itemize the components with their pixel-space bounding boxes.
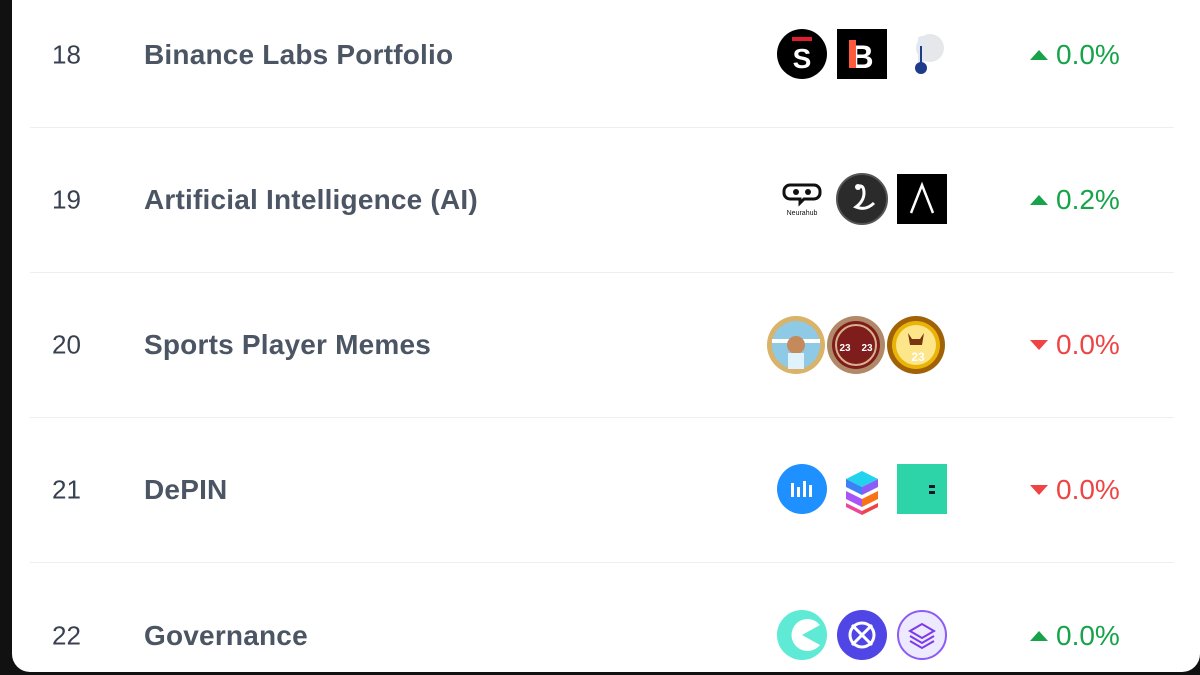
row-rank: 18 [52, 39, 81, 70]
category-name-link[interactable]: Sports Player Memes [144, 329, 431, 361]
row-rank: 19 [52, 184, 81, 215]
stacked-blocks-token-icon[interactable] [836, 463, 888, 515]
top-coins [758, 609, 958, 663]
b-token-icon[interactable]: B [836, 28, 888, 80]
caret-up-icon [1030, 195, 1048, 205]
table-row[interactable]: 18 Binance Labs Portfolio S B 0.0% [30, 0, 1174, 128]
top-coins: Neurahub [758, 173, 958, 227]
row-rank: 22 [52, 620, 81, 650]
caret-up-icon [1030, 630, 1048, 641]
change-value: 0.0% [1056, 329, 1120, 360]
svg-text:23: 23 [861, 343, 873, 354]
svg-text:23: 23 [911, 350, 925, 364]
caret-up-icon [1030, 50, 1048, 60]
change-value: 0.0% [1056, 619, 1120, 651]
change-value: 0.0% [1056, 474, 1120, 505]
caret-down-icon [1030, 485, 1048, 495]
lambda-token-icon[interactable] [896, 173, 948, 225]
svg-text:23: 23 [839, 343, 851, 354]
bar-chart-token-icon[interactable] [776, 463, 828, 515]
caret-down-icon [1030, 340, 1048, 350]
category-name-link[interactable]: Governance [144, 620, 308, 652]
top-coins [758, 463, 958, 517]
top-coins: 23 23 23 [758, 315, 958, 375]
change-value: 0.0% [1056, 39, 1120, 70]
swan-token-icon[interactable] [836, 173, 888, 225]
crescent-token-icon[interactable] [896, 463, 948, 515]
layers-token-icon[interactable] [896, 609, 948, 661]
neurahub-icon[interactable]: Neurahub [776, 173, 828, 225]
change-percent: 0.0% [1030, 474, 1120, 506]
svg-text:S: S [793, 43, 812, 74]
change-percent: 0.0% [1030, 620, 1120, 652]
change-percent: 0.2% [1030, 184, 1120, 216]
categories-table: 18 Binance Labs Portfolio S B 0.0% 19 Ar… [12, 0, 1200, 672]
table-row[interactable]: 21 DePIN 0.0% [30, 418, 1174, 563]
row-rank: 20 [52, 329, 81, 360]
category-name-link[interactable]: Binance Labs Portfolio [144, 39, 453, 71]
neurahub-label: Neurahub [787, 210, 818, 217]
row-rank: 21 [52, 474, 81, 505]
change-value: 0.2% [1056, 184, 1120, 215]
goat-23-coin-icon[interactable]: 23 [886, 315, 946, 375]
table-row[interactable]: 22 Governance 0.0% [30, 563, 1174, 672]
top-coins: S B [758, 28, 958, 82]
football-player-coin-icon[interactable] [766, 315, 826, 375]
crossed-circle-token-icon[interactable] [836, 609, 888, 661]
change-percent: 0.0% [1030, 39, 1120, 71]
thermometer-token-icon[interactable] [896, 28, 948, 80]
basketball-23-coin-icon[interactable]: 23 23 [826, 315, 886, 375]
change-percent: 0.0% [1030, 329, 1120, 361]
category-name-link[interactable]: Artificial Intelligence (AI) [144, 184, 478, 216]
table-row[interactable]: 19 Artificial Intelligence (AI) Neurahub [30, 128, 1174, 273]
category-name-link[interactable]: DePIN [144, 474, 227, 506]
table-row[interactable]: 20 Sports Player Memes 23 23 23 0.0% [30, 273, 1174, 418]
pacman-token-icon[interactable] [776, 609, 828, 661]
s-token-icon[interactable]: S [776, 28, 828, 80]
